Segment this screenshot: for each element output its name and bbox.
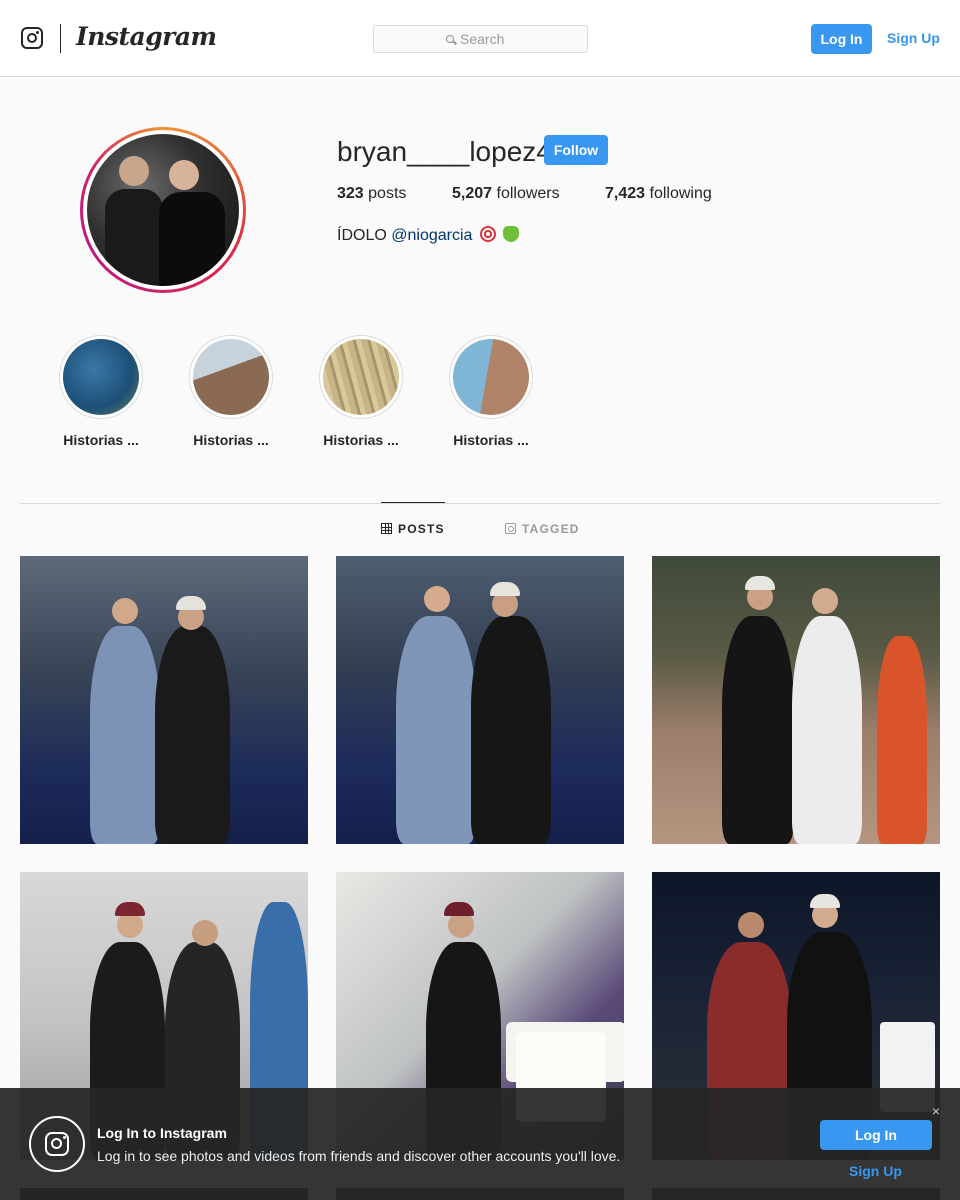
search-icon [446, 35, 454, 43]
instagram-wordmark-logo[interactable]: Instagram [76, 22, 217, 51]
highlight-thumbnail [63, 339, 139, 415]
highlight-label: Historias ... [63, 432, 139, 448]
profile-bio: ÍDOLO @niogarcia [337, 226, 520, 245]
highlight-thumbnail [323, 339, 399, 415]
banner-login-button[interactable]: Log In [820, 1120, 932, 1150]
ogre-face-emoji-icon [503, 226, 520, 242]
profile-username: bryan____lopez4 [337, 136, 552, 167]
banner-title: Log In to Instagram [97, 1125, 227, 1141]
following-count[interactable]: 7,423 following [605, 185, 712, 203]
highlight-label: Historias ... [453, 432, 529, 448]
login-banner: Log In to Instagram Log in to see photos… [0, 1088, 960, 1200]
tagged-icon [505, 523, 516, 534]
highlight-item[interactable]: Historias ... [189, 335, 273, 448]
top-navigation-bar: Instagram Log In Sign Up [0, 0, 960, 77]
tab-tagged[interactable]: TAGGED [505, 522, 580, 536]
target-emoji-icon [479, 226, 496, 242]
bio-text: ÍDOLO [337, 227, 387, 244]
search-input[interactable] [460, 30, 580, 48]
tabs-divider [20, 503, 940, 504]
banner-text: Log in to see photos and videos from fri… [97, 1148, 621, 1164]
post-thumbnail[interactable] [652, 556, 940, 844]
banner-signup-link[interactable]: Sign Up [849, 1163, 902, 1179]
profile-avatar-story-ring[interactable] [80, 127, 246, 293]
bio-mention-link[interactable]: @niogarcia [391, 227, 472, 244]
grid-icon [381, 523, 392, 534]
followers-count[interactable]: 5,207 followers [452, 185, 560, 203]
active-tab-indicator [381, 502, 445, 503]
login-button[interactable]: Log In [811, 24, 872, 54]
highlight-thumbnail [453, 339, 529, 415]
highlight-item[interactable]: Historias ... [319, 335, 403, 448]
header-divider [60, 24, 61, 53]
close-icon[interactable]: × [930, 1104, 942, 1118]
highlight-item[interactable]: Historias ... [59, 335, 143, 448]
tab-posts[interactable]: POSTS [381, 522, 445, 536]
highlight-item[interactable]: Historias ... [449, 335, 533, 448]
post-thumbnail[interactable] [20, 556, 308, 844]
posts-count: 323 posts [337, 185, 407, 202]
post-thumbnail[interactable] [336, 556, 624, 844]
highlight-thumbnail [193, 339, 269, 415]
profile-avatar [87, 134, 239, 286]
follow-button[interactable]: Follow [544, 135, 608, 165]
search-box[interactable] [373, 25, 588, 53]
highlight-label: Historias ... [323, 432, 399, 448]
signup-link[interactable]: Sign Up [887, 30, 940, 46]
instagram-glyph-icon[interactable] [21, 27, 43, 49]
highlight-label: Historias ... [193, 432, 269, 448]
instagram-glyph-icon [29, 1116, 85, 1172]
